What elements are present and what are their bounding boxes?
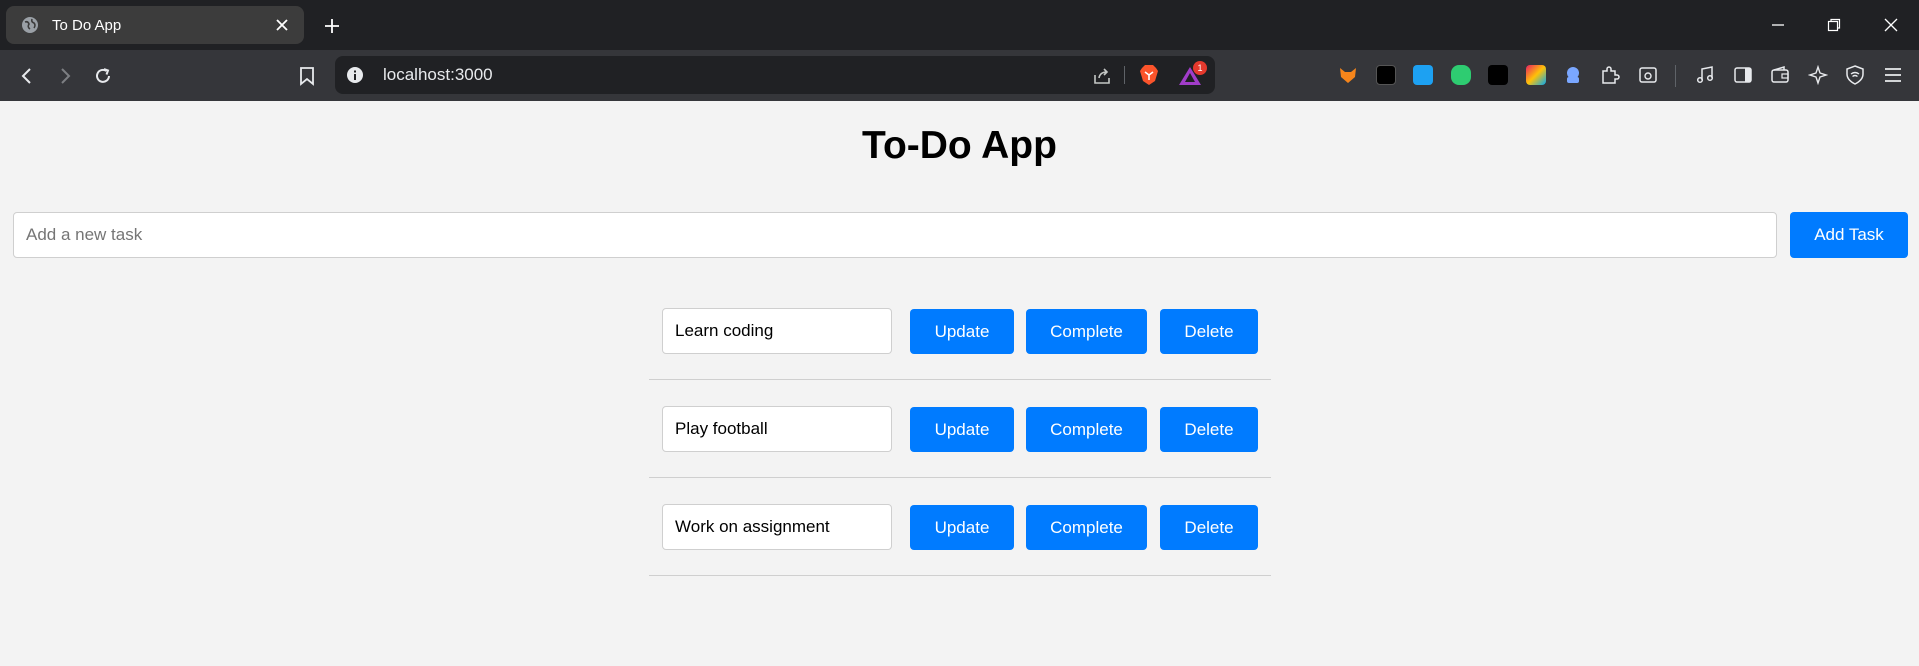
task-text-field[interactable] (662, 308, 892, 354)
task-text-field[interactable] (662, 406, 892, 452)
extension-blue-icon[interactable] (1411, 63, 1435, 87)
menu-icon[interactable] (1881, 63, 1905, 87)
divider (1675, 65, 1676, 87)
tab-title: To Do App (52, 16, 122, 34)
fox-extension-icon[interactable] (1336, 63, 1360, 87)
address-bar[interactable]: localhost:3000 1 (335, 56, 1215, 94)
extension-robot-icon[interactable] (1561, 63, 1585, 87)
app-page: To-Do App Add Task Update Complete Delet… (0, 101, 1919, 666)
update-button[interactable]: Update (910, 407, 1014, 452)
extension-green-icon[interactable] (1449, 63, 1473, 87)
extension-colorful-icon[interactable] (1524, 63, 1548, 87)
update-button[interactable]: Update (910, 505, 1014, 550)
notification-badge: 1 (1193, 61, 1207, 75)
globe-icon (20, 15, 40, 35)
share-icon[interactable] (1090, 64, 1114, 88)
browser-toolbar: localhost:3000 1 (0, 50, 1919, 101)
minimize-icon[interactable] (1758, 10, 1798, 40)
close-icon[interactable] (270, 13, 294, 37)
new-task-input[interactable] (13, 212, 1777, 258)
complete-button[interactable]: Complete (1026, 309, 1147, 354)
browser-tabstrip: To Do App (0, 0, 1919, 50)
divider (1124, 66, 1125, 84)
task-list: Update Complete Delete Update Complete D… (649, 282, 1271, 576)
delete-button[interactable]: Delete (1160, 309, 1258, 354)
media-icon[interactable] (1693, 63, 1717, 87)
extension-snowflake-icon[interactable] (1486, 63, 1510, 87)
add-task-button[interactable]: Add Task (1790, 212, 1908, 258)
back-icon[interactable] (12, 61, 42, 91)
task-item: Update Complete Delete (649, 380, 1271, 478)
update-button[interactable]: Update (910, 309, 1014, 354)
browser-tab[interactable]: To Do App (6, 6, 304, 44)
complete-button[interactable]: Complete (1026, 407, 1147, 452)
task-text-field[interactable] (662, 504, 892, 550)
task-item: Update Complete Delete (649, 282, 1271, 380)
delete-button[interactable]: Delete (1160, 505, 1258, 550)
window-close-icon[interactable] (1871, 10, 1911, 40)
leo-ai-icon[interactable] (1806, 63, 1830, 87)
restore-icon[interactable] (1814, 10, 1854, 40)
brave-rewards-icon[interactable]: 1 (1177, 61, 1207, 89)
brave-shield-icon[interactable] (1137, 63, 1161, 87)
vpn-icon[interactable] (1843, 63, 1867, 87)
task-item: Update Complete Delete (649, 478, 1271, 576)
info-icon[interactable] (345, 65, 365, 85)
delete-button[interactable]: Delete (1160, 407, 1258, 452)
bookmark-icon[interactable] (292, 61, 322, 91)
extensions-puzzle-icon[interactable] (1598, 63, 1622, 87)
extension-black-icon[interactable] (1374, 63, 1398, 87)
url-text: localhost:3000 (383, 65, 493, 84)
reload-icon[interactable] (88, 61, 118, 91)
sidebar-icon[interactable] (1731, 63, 1755, 87)
complete-button[interactable]: Complete (1026, 505, 1147, 550)
wallet-icon[interactable] (1768, 63, 1792, 87)
plus-icon[interactable] (318, 12, 346, 40)
page-search-icon[interactable] (1636, 63, 1660, 87)
forward-icon[interactable] (50, 61, 80, 91)
page-title: To-Do App (862, 124, 1057, 167)
